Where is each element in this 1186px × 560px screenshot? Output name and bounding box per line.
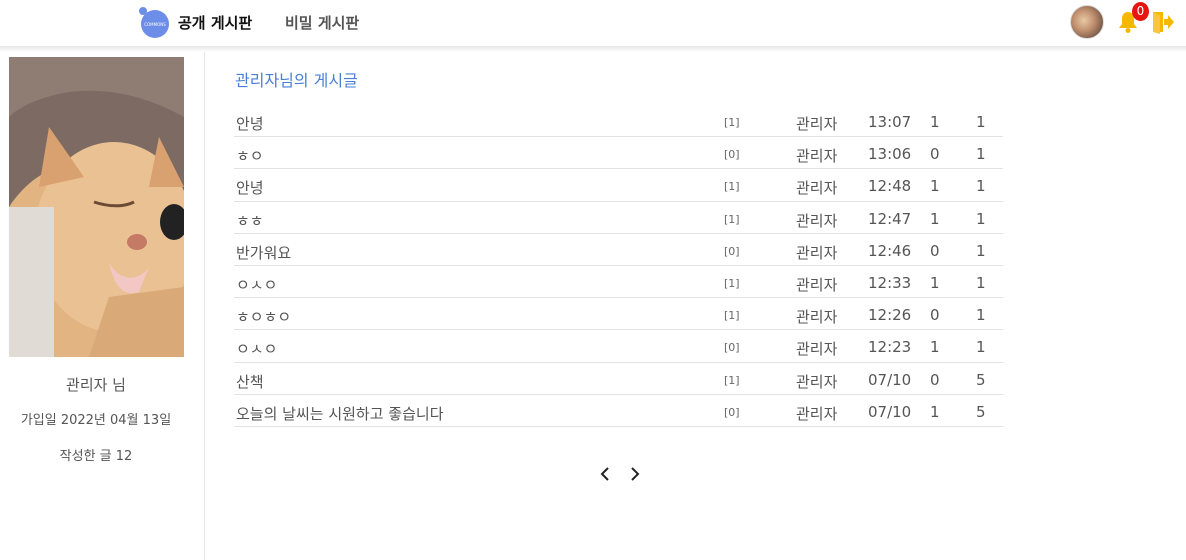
post-likes: 0 [930,241,940,260]
post-views: 5 [976,370,986,389]
post-time: 07/10 [868,370,912,389]
post-list: 안녕 [1] 관리자 13:07 1 1 ㅎㅇ [0] 관리자 13:06 0 … [234,105,1003,427]
table-row[interactable]: 반가워요 [0] 관리자 12:46 0 1 [234,234,1003,266]
post-comment-count: [0] [724,244,740,258]
post-likes: 1 [930,177,940,196]
post-author: 관리자 [796,115,838,133]
post-views: 1 [976,273,986,292]
post-likes: 1 [930,113,940,131]
profile-photo [9,57,184,357]
post-title[interactable]: ㅎㅇ [236,145,264,166]
post-time: 12:23 [868,338,912,357]
post-views: 1 [976,113,986,131]
post-time: 12:47 [868,209,912,228]
post-comment-count: [0] [724,148,740,162]
post-title[interactable]: 안녕 [236,113,264,134]
post-time: 12:33 [868,273,912,292]
post-views: 1 [976,241,986,260]
post-likes: 1 [930,209,940,228]
post-likes: 1 [930,338,940,357]
post-time: 13:06 [868,145,912,164]
table-row[interactable]: 산책 [1] 관리자 07/10 0 5 [234,363,1003,395]
nav-public-board[interactable]: 공개 게시판 [178,12,252,33]
post-author: 관리자 [796,308,838,327]
post-title[interactable]: 반가워요 [236,242,291,263]
post-title[interactable]: ㅎㅎ [236,210,264,231]
post-title[interactable]: 산책 [236,371,264,392]
post-time: 12:26 [868,306,912,325]
post-comment-count: [1] [724,373,740,387]
post-time: 07/10 [868,402,912,421]
table-row[interactable]: 안녕 [1] 관리자 13:07 1 1 [234,105,1003,138]
post-comment-count: [1] [724,180,740,194]
post-likes: 1 [930,273,940,292]
post-comment-count: [1] [724,116,740,129]
post-author: 관리자 [796,211,838,230]
post-comment-count: [0] [724,405,740,419]
post-title[interactable]: 안녕 [236,177,264,198]
post-views: 1 [976,306,986,325]
nav-secret-board[interactable]: 비밀 게시판 [285,12,359,33]
post-likes: 0 [930,145,940,164]
post-author: 관리자 [796,243,838,262]
profile-sidebar: 관리자 님 가입일 2022년 04월 13일 작성한 글 12 [0,52,205,560]
table-row[interactable]: ㅇㅅㅇ [1] 관리자 12:33 1 1 [234,266,1003,299]
top-header: COMMONS 공개 게시판 비밀 게시판 0 [0,0,1186,46]
post-likes: 0 [930,370,940,389]
post-title[interactable]: ㅇㅅㅇ [236,338,277,359]
site-logo[interactable]: COMMONS [137,5,170,38]
post-comment-count: [0] [724,341,740,355]
post-time: 13:07 [868,113,912,131]
post-time: 12:48 [868,177,912,196]
table-row[interactable]: ㅎㅇㅎㅇ [1] 관리자 12:26 0 1 [234,298,1003,331]
post-author: 관리자 [796,372,838,391]
post-views: 1 [976,177,986,196]
post-author: 관리자 [796,275,838,294]
post-views: 1 [976,338,986,357]
post-views: 1 [976,145,986,164]
table-row[interactable]: ㅎㅎ [1] 관리자 12:47 1 1 [234,202,1003,234]
post-likes: 1 [930,402,940,421]
post-title[interactable]: ㅎㅇㅎㅇ [236,306,291,327]
post-comment-count: [1] [724,212,740,226]
table-row[interactable]: ㅎㅇ [0] 관리자 13:06 0 1 [234,137,1003,170]
avatar[interactable] [1070,5,1104,39]
page-title: 관리자님의 게시글 [235,71,358,90]
chevron-left-icon[interactable] [597,464,613,484]
svg-text:COMMONS: COMMONS [144,22,166,27]
post-author: 관리자 [796,340,838,359]
table-row[interactable]: 안녕 [1] 관리자 12:48 1 1 [234,169,1003,202]
post-comment-count: [1] [724,276,740,290]
post-author: 관리자 [796,179,838,198]
post-author: 관리자 [796,404,838,423]
table-row[interactable]: ㅇㅅㅇ [0] 관리자 12:23 1 1 [234,330,1003,363]
post-comment-count: [1] [724,309,740,323]
logout-icon[interactable] [1151,10,1175,34]
profile-post-count: 작성한 글 12 [59,449,133,464]
post-title[interactable]: 오늘의 날씨는 시원하고 좋습니다 [236,403,444,424]
post-likes: 0 [930,306,940,325]
table-row[interactable]: 오늘의 날씨는 시원하고 좋습니다 [0] 관리자 07/10 1 5 [234,395,1003,427]
post-views: 1 [976,209,986,228]
post-title[interactable]: ㅇㅅㅇ [236,274,277,295]
profile-name: 관리자 님 [66,376,126,394]
post-time: 12:46 [868,241,912,260]
profile-joined-date: 가입일 2022년 04월 13일 [20,413,172,428]
notification-badge: 0 [1132,2,1149,21]
post-views: 5 [976,402,986,421]
chevron-right-icon[interactable] [627,464,643,484]
post-author: 관리자 [796,147,838,166]
